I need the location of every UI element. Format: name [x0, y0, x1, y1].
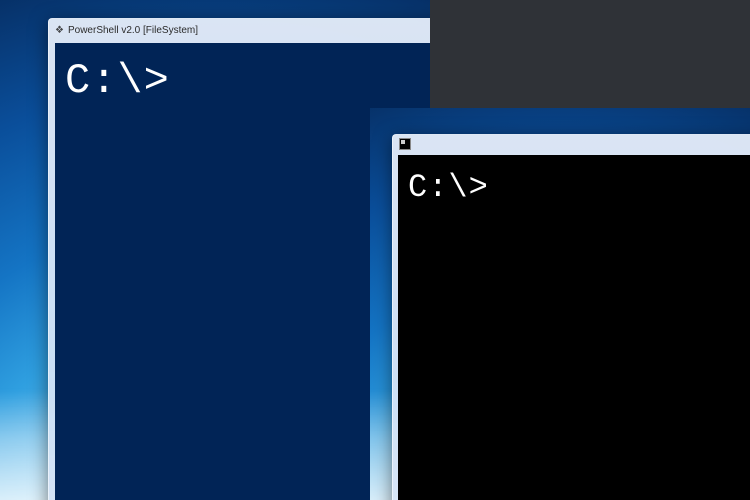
powershell-icon: ❖ — [55, 25, 64, 36]
cmd-client-area: C:\> — [398, 155, 750, 500]
cmd-icon — [399, 138, 411, 150]
monitor-bezel-background: ❖ PowerShell v2.0 [FileSystem] ─ □ ✕ C:\… — [0, 0, 750, 500]
powershell-prompt: C:\> — [65, 57, 170, 105]
desktop-right: ─ □ ✕ C:\> — [370, 108, 750, 500]
cmd-titlebar[interactable]: ─ □ ✕ — [393, 135, 750, 153]
cmd-console[interactable]: C:\> — [398, 155, 750, 500]
desktop-left: ❖ PowerShell v2.0 [FileSystem] ─ □ ✕ C:\… — [0, 0, 430, 500]
cmd-window[interactable]: ─ □ ✕ C:\> — [392, 134, 750, 500]
powershell-title: PowerShell v2.0 [FileSystem] — [68, 25, 198, 36]
powershell-titlebar[interactable]: ❖ PowerShell v2.0 [FileSystem] ─ □ ✕ — [49, 19, 430, 41]
cmd-prompt: C:\> — [408, 169, 489, 206]
